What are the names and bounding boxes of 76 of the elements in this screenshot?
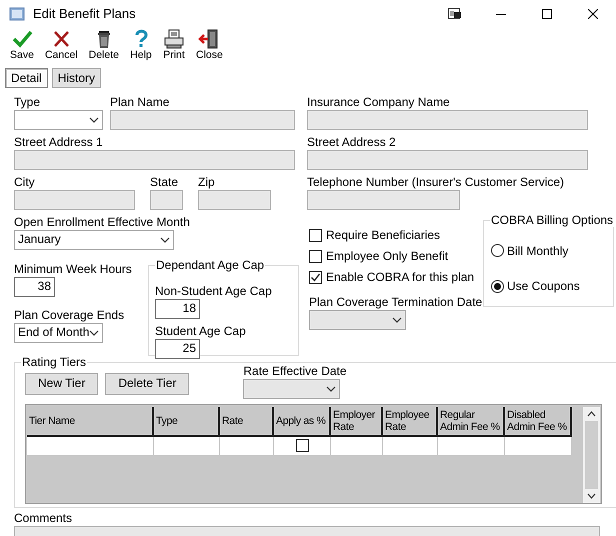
input-field[interactable]: 18: [155, 298, 200, 319]
field-label: Non-Student Age Cap: [155, 284, 272, 299]
table-cell: [505, 436, 572, 456]
scroll-down-icon[interactable]: [587, 492, 596, 499]
field-label: Plan Coverage Ends: [14, 308, 124, 323]
group-title: Dependant Age Cap: [155, 258, 266, 272]
input-field[interactable]: 38: [14, 276, 55, 297]
checkbox-label[interactable]: Employee Only Benefit: [326, 248, 448, 264]
field-label: Comments: [14, 510, 72, 526]
chevron-icon: [326, 386, 336, 392]
field-label: Street Address 1: [14, 134, 103, 150]
field-label: Rate Effective Date: [243, 364, 347, 379]
check-icon: [310, 272, 321, 283]
checkbox[interactable]: [296, 439, 308, 452]
field-label: Type: [14, 94, 40, 110]
checkbox-label[interactable]: Enable COBRA for this plan: [326, 270, 474, 284]
toolbar-button[interactable]: Print: [158, 29, 189, 62]
radio-label[interactable]: Bill Monthly: [507, 244, 568, 258]
radio-button[interactable]: [491, 244, 504, 258]
radio-button[interactable]: [491, 280, 504, 293]
tab[interactable]: History: [52, 68, 102, 88]
field-label: Plan Coverage Termination Date: [309, 294, 482, 310]
table-cell: [154, 436, 220, 456]
field-label: Plan Name: [110, 94, 170, 110]
column-header[interactable]: Rate: [220, 406, 274, 437]
toolbar-button[interactable]: Save: [6, 29, 38, 62]
scroll-up-icon[interactable]: [587, 410, 596, 417]
printer-icon: [162, 29, 185, 49]
group-title: Rating Tiers: [21, 354, 88, 369]
check-icon: [10, 29, 33, 49]
column-header[interactable]: Employer Rate: [331, 406, 383, 437]
radio-label[interactable]: Use Coupons: [507, 278, 580, 294]
checkbox[interactable]: [309, 250, 322, 263]
chevron-icon: [89, 116, 99, 123]
checkbox[interactable]: [309, 270, 322, 284]
table-cell: [383, 436, 438, 456]
column-header[interactable]: Apply as %: [274, 406, 331, 437]
column-header[interactable]: Type: [154, 406, 220, 437]
checkbox-label[interactable]: Require Beneficiaries: [326, 228, 440, 242]
column-header[interactable]: Employee Rate: [383, 406, 438, 437]
tab[interactable]: Detail: [5, 68, 48, 88]
field-label: City: [14, 174, 35, 190]
chevron-icon: [160, 236, 170, 243]
dropdown[interactable]: End of Month: [14, 322, 103, 343]
field-label: Zip: [198, 174, 215, 190]
input-field[interactable]: 25: [155, 338, 200, 359]
window-title: Edit Benefit Plans: [33, 6, 136, 22]
field-label: Street Address 2: [307, 134, 396, 150]
field-label: Student Age Cap: [155, 324, 246, 339]
door-icon: [198, 29, 220, 49]
toolbar-button[interactable]: Delete: [84, 29, 123, 62]
dropdown[interactable]: [14, 110, 103, 130]
app-icon: [9, 6, 25, 22]
table-cell: [438, 436, 505, 456]
field-label: Open Enrollment Effective Month: [14, 214, 190, 230]
chevron-icon: [89, 330, 100, 336]
checkbox[interactable]: [309, 228, 322, 242]
maximize-icon[interactable]: [542, 8, 552, 18]
group-title: COBRA Billing Options: [490, 212, 614, 227]
dropdown[interactable]: January: [14, 230, 174, 250]
tier-button[interactable]: Delete Tier: [105, 372, 190, 395]
window-snap-icon[interactable]: [448, 8, 462, 20]
tier-button[interactable]: New Tier: [25, 372, 98, 395]
field-label: Insurance Company Name: [307, 94, 450, 110]
column-header[interactable]: Tier Name: [27, 406, 154, 437]
column-header[interactable]: Regular Admin Fee %: [438, 406, 505, 437]
field-label: Telephone Number (Insurer's Customer Service): [307, 174, 564, 190]
field-label: State: [150, 174, 178, 190]
chevron-icon: [392, 316, 402, 323]
toolbar-button[interactable]: Help: [126, 29, 156, 62]
column-header[interactable]: Disabled Admin Fee %: [505, 406, 572, 437]
scrollbar[interactable]: [583, 406, 600, 503]
field-label: Minimum Week Hours: [14, 262, 132, 277]
toolbar-button[interactable]: Close: [192, 29, 227, 62]
close-icon[interactable]: [588, 8, 598, 18]
toolbar-button[interactable]: Cancel: [40, 29, 82, 62]
